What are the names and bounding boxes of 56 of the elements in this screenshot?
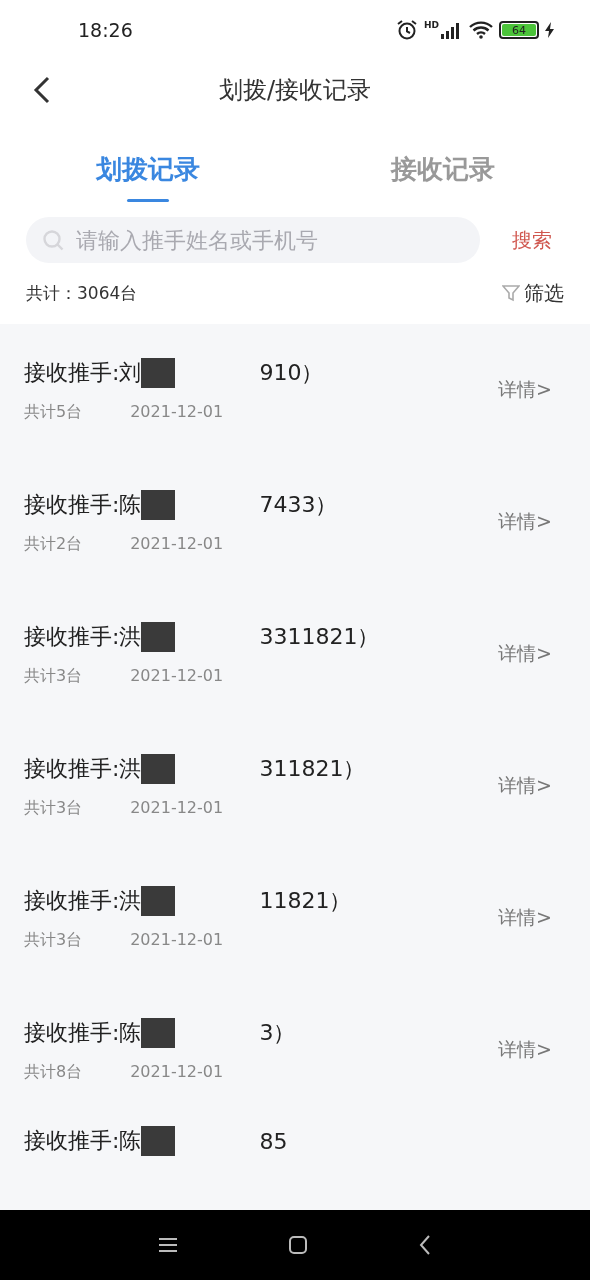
page-title: 划拨/接收记录: [218, 75, 372, 106]
wifi-icon: [469, 21, 493, 39]
receiver-phone: 3）: [259, 1018, 296, 1047]
tab[interactable]: 划拨记录: [95, 140, 200, 202]
record-count: 共计3台: [24, 797, 83, 819]
record-date: 2021-12-01: [130, 665, 224, 687]
record-count: 共计2台: [24, 533, 83, 555]
receiver-phone: 85: [259, 1128, 288, 1154]
tab[interactable]: 接收记录: [390, 140, 495, 202]
record-date: 2021-12-01: [130, 533, 224, 555]
redaction-block: [141, 885, 176, 916]
alarm-icon: [396, 19, 418, 41]
home-icon[interactable]: [288, 1235, 308, 1255]
search-button[interactable]: 搜索: [500, 222, 564, 258]
receiver-phone: 311821）: [259, 754, 366, 783]
redaction-block: [141, 1017, 176, 1048]
record-date: 2021-12-01: [130, 1061, 224, 1083]
details-link[interactable]: 详情>: [498, 1037, 552, 1063]
filter-button[interactable]: 筛选: [502, 279, 564, 307]
receiver-name: 接收推手:洪: [24, 754, 142, 783]
receiver-phone: 3311821）: [259, 622, 380, 651]
redaction-block: [141, 357, 176, 388]
receiver-name: 接收推手:陈: [24, 1018, 142, 1047]
back-icon[interactable]: [418, 1234, 432, 1256]
record-date: 2021-12-01: [130, 797, 224, 819]
menu-icon[interactable]: [158, 1237, 178, 1253]
record-count: 共计3台: [24, 929, 83, 951]
record-date: 2021-12-01: [130, 929, 224, 951]
receiver-name: 接收推手:陈: [24, 490, 142, 519]
record-count: 共计5台: [24, 401, 83, 423]
redaction-block: [141, 753, 176, 784]
charging-icon: [545, 22, 554, 38]
record-date: 2021-12-01: [130, 401, 224, 423]
receiver-phone: 11821）: [259, 886, 352, 915]
redaction-block: [141, 489, 176, 520]
receiver-name: 接收推手:洪: [24, 886, 142, 915]
total-count: 共计：3064台: [26, 281, 138, 305]
receiver-phone: 7433）: [259, 490, 338, 519]
filter-icon: [502, 284, 520, 302]
details-link[interactable]: 详情>: [498, 641, 552, 667]
details-link[interactable]: 详情>: [498, 905, 552, 931]
receiver-name: 接收推手:陈: [24, 1127, 142, 1155]
search-field[interactable]: 请输入推手姓名或手机号: [26, 217, 480, 263]
details-link[interactable]: 详情>: [498, 773, 552, 799]
network-label: HD: [424, 20, 439, 30]
record-count: 共计3台: [24, 665, 83, 687]
receiver-phone: 910）: [259, 358, 324, 387]
receiver-name: 接收推手:洪: [24, 622, 142, 651]
status-time: 18:26: [78, 19, 134, 41]
details-link[interactable]: 详情>: [498, 377, 552, 403]
battery-icon: 64: [499, 21, 539, 39]
details-link[interactable]: 详情>: [498, 509, 552, 535]
receiver-name: 接收推手:刘: [24, 358, 142, 387]
redaction-block: [141, 1126, 176, 1156]
redaction-block: [141, 621, 176, 652]
record-count: 共计8台: [24, 1061, 83, 1083]
